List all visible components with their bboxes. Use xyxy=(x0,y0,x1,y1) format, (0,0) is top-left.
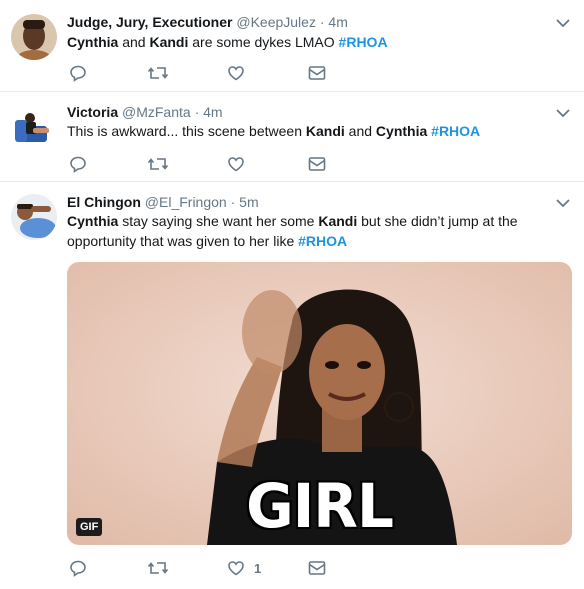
timestamp[interactable]: 4m xyxy=(203,104,222,120)
user-handle[interactable]: @MzFanta xyxy=(122,104,191,120)
mention-text: Kandi xyxy=(305,123,345,139)
like-button[interactable] xyxy=(227,154,254,174)
retweet-button[interactable] xyxy=(147,63,169,83)
tweet-text-segment: stay saying she want her some xyxy=(118,213,319,229)
retweet-button[interactable] xyxy=(147,154,169,174)
tweet-text: Cynthia and Kandi are some dykes LMAO #R… xyxy=(67,32,567,52)
retweet-icon xyxy=(147,158,169,170)
tweet[interactable]: Judge, Jury, Executioner @KeepJulez · 4m… xyxy=(0,0,584,92)
separator: · xyxy=(194,104,200,120)
tweet-actions xyxy=(67,154,367,174)
user-handle[interactable]: @El_Fringon xyxy=(145,194,227,210)
tweet-text-segment: This is awkward... this scene between xyxy=(67,123,306,139)
chevron-down-icon[interactable] xyxy=(556,108,570,118)
separator: · xyxy=(319,14,325,30)
gif-badge: GIF xyxy=(76,518,103,536)
mention-text: Cynthia xyxy=(67,34,119,50)
mention-text: Kandi xyxy=(149,34,189,50)
display-name[interactable]: Victoria xyxy=(67,104,118,120)
reply-button[interactable] xyxy=(69,558,87,578)
tweet[interactable]: El Chingon @El_Fringon · 5m Cynthia stay… xyxy=(0,182,584,589)
tweet-actions: 1 xyxy=(67,558,367,578)
direct-message-button[interactable] xyxy=(308,63,326,83)
tweet-text: Cynthia stay saying she want her some Ka… xyxy=(67,211,567,251)
timestamp[interactable]: 5m xyxy=(239,194,258,210)
avatar[interactable] xyxy=(11,194,57,240)
reply-icon xyxy=(70,65,86,82)
hashtag-link[interactable]: #RHOA xyxy=(431,123,480,139)
tweet-text: This is awkward... this scene between Ka… xyxy=(67,121,567,141)
reply-button[interactable] xyxy=(69,63,87,83)
direct-message-icon xyxy=(308,561,326,575)
tweet-text-segment: are some dykes LMAO xyxy=(188,34,339,50)
tweet[interactable]: Victoria @MzFanta · 4m This is awkward..… xyxy=(0,92,584,182)
mention-text: Cynthia xyxy=(67,213,119,229)
tweet-header: Victoria @MzFanta · 4m xyxy=(67,103,223,121)
like-icon xyxy=(228,66,244,81)
tweet-actions xyxy=(67,63,367,83)
retweet-icon xyxy=(147,67,169,79)
like-icon xyxy=(228,561,244,576)
like-button[interactable]: 1 xyxy=(227,558,261,578)
chevron-down-icon[interactable] xyxy=(556,18,570,28)
mention-text: Kandi xyxy=(318,213,358,229)
separator: · xyxy=(230,194,236,210)
hashtag-link[interactable]: #RHOA xyxy=(339,34,388,50)
chevron-down-icon[interactable] xyxy=(556,198,570,208)
direct-message-icon xyxy=(308,157,326,171)
retweet-icon xyxy=(147,562,169,574)
gif-media[interactable]: GIRL GIF xyxy=(67,262,572,545)
tweet-text-segment: and xyxy=(344,123,376,139)
like-count: 1 xyxy=(254,560,262,576)
like-button[interactable] xyxy=(227,63,254,83)
retweet-button[interactable] xyxy=(147,558,169,578)
reply-button[interactable] xyxy=(69,154,87,174)
like-icon xyxy=(228,157,244,172)
direct-message-icon xyxy=(308,66,326,80)
display-name[interactable]: El Chingon xyxy=(67,194,141,210)
avatar[interactable] xyxy=(11,14,57,60)
tweet-header: Judge, Jury, Executioner @KeepJulez · 4m xyxy=(67,13,348,31)
timestamp[interactable]: 4m xyxy=(328,14,347,30)
display-name[interactable]: Judge, Jury, Executioner xyxy=(67,14,232,30)
tweet-header: El Chingon @El_Fringon · 5m xyxy=(67,193,259,211)
tweet-text-segment: and xyxy=(118,34,150,50)
user-handle[interactable]: @KeepJulez xyxy=(236,14,316,30)
direct-message-button[interactable] xyxy=(308,558,326,578)
mention-text: Cynthia xyxy=(375,123,428,139)
gif-caption: GIRL xyxy=(246,470,394,542)
avatar[interactable] xyxy=(11,104,57,150)
hashtag-link[interactable]: #RHOA xyxy=(298,233,347,249)
reply-icon xyxy=(70,560,86,577)
direct-message-button[interactable] xyxy=(308,154,326,174)
reply-icon xyxy=(70,156,86,173)
